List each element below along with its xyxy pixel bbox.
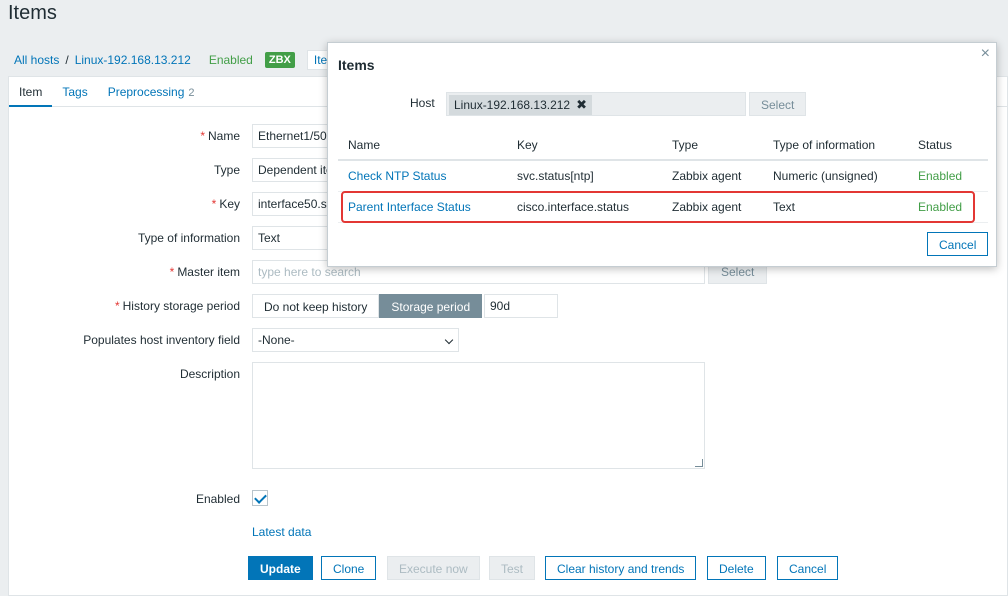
breadcrumb: All hosts / Linux-192.168.13.212 Enabled…: [14, 50, 335, 70]
item-type: Zabbix agent: [662, 160, 763, 192]
key-label: * Key: [211, 197, 240, 211]
latest-data-row: Latest data: [9, 521, 1007, 545]
history-storage-period-option[interactable]: Storage period: [379, 294, 483, 318]
type-of-information-label: Type of information: [137, 231, 240, 245]
history-do-not-keep-option[interactable]: Do not keep history: [252, 294, 380, 318]
item-type-of-information: Numeric (unsigned): [763, 160, 908, 192]
master-item-label: * Master item: [169, 265, 240, 279]
update-button[interactable]: Update: [248, 556, 313, 580]
host-label: Host: [410, 96, 435, 110]
column-header-name: Name: [338, 131, 507, 161]
enabled-label: Enabled: [195, 492, 240, 506]
clone-button[interactable]: Clone: [321, 556, 377, 580]
description-textarea[interactable]: [252, 362, 705, 469]
enabled-row: Enabled: [9, 487, 1007, 511]
dialog-cancel-button[interactable]: Cancel: [927, 232, 989, 256]
resize-grip-icon[interactable]: [695, 459, 703, 467]
item-status: Enabled: [908, 160, 988, 192]
clear-history-button[interactable]: Clear history and trends: [545, 556, 697, 580]
column-header-type: Type: [662, 131, 763, 161]
breadcrumb-host[interactable]: Linux-192.168.13.212: [75, 53, 191, 67]
breadcrumb-all-hosts[interactable]: All hosts: [14, 53, 59, 67]
breadcrumb-separator: /: [65, 53, 69, 67]
host-chip: Linux-192.168.13.212 ✖: [449, 95, 593, 115]
test-button[interactable]: Test: [489, 556, 536, 580]
name-label: * Name: [200, 129, 240, 143]
inventory-select[interactable]: -None-: [252, 328, 459, 352]
tab-tags[interactable]: Tags: [52, 77, 97, 107]
inventory-label: Populates host inventory field: [83, 333, 240, 347]
close-icon[interactable]: ×: [981, 45, 990, 63]
execute-now-button[interactable]: Execute now: [387, 556, 480, 580]
history-period-input[interactable]: 90d: [484, 294, 558, 318]
column-header-key: Key: [507, 131, 662, 161]
remove-chip-icon[interactable]: ✖: [576, 97, 587, 113]
history-segmented-control: Do not keep history Storage period: [252, 294, 483, 318]
cancel-button[interactable]: Cancel: [777, 556, 839, 580]
zbx-availability-badge: ZBX: [264, 52, 295, 68]
item-key: svc.status[ntp]: [507, 160, 662, 192]
history-row: * History storage period Do not keep hist…: [9, 294, 1007, 318]
history-label: * History storage period: [114, 299, 240, 313]
chevron-down-icon: [444, 335, 454, 345]
host-status[interactable]: Enabled: [209, 53, 253, 67]
description-row: Description: [9, 362, 1007, 469]
highlighted-row-outline: [341, 191, 975, 223]
preprocessing-count: 2: [188, 87, 195, 99]
latest-data-link[interactable]: Latest data: [252, 525, 311, 539]
tab-item[interactable]: Item: [9, 77, 53, 107]
item-name-link[interactable]: Check NTP Status: [338, 160, 507, 192]
host-select-button[interactable]: Select: [749, 92, 806, 116]
description-label: Description: [179, 367, 240, 381]
inventory-row: Populates host inventory field -None-: [9, 328, 1007, 352]
column-header-type-of-information: Type of information: [763, 131, 908, 161]
form-buttons: Update Clone Execute now Test Clear hist…: [9, 556, 1007, 580]
table-row: Check NTP Status svc.status[ntp] Zabbix …: [338, 160, 988, 192]
type-label: Type: [213, 163, 240, 177]
delete-button[interactable]: Delete: [707, 556, 766, 580]
items-picker-dialog: Items × Host Linux-192.168.13.212 ✖ Sele…: [327, 42, 997, 267]
table-header-row: Name Key Type Type of information Status: [338, 131, 988, 161]
page-title: Items: [8, 2, 57, 24]
column-header-status: Status: [908, 131, 988, 161]
dialog-title: Items: [338, 57, 375, 73]
tab-preprocessing[interactable]: Preprocessing 2: [98, 77, 205, 107]
host-multiselect[interactable]: Linux-192.168.13.212 ✖: [446, 92, 746, 116]
enabled-checkbox[interactable]: [252, 490, 268, 506]
